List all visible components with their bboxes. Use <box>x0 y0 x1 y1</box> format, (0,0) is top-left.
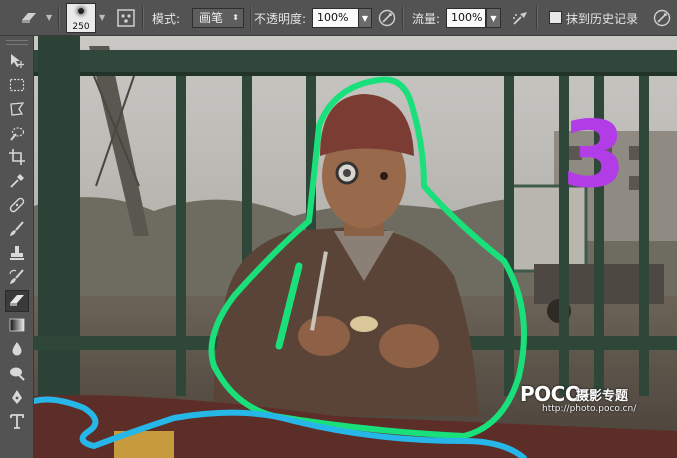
opacity-input[interactable]: 100% <box>312 8 359 28</box>
separator <box>536 6 538 30</box>
tools-panel <box>0 36 34 458</box>
stamp-icon[interactable] <box>5 242 29 264</box>
history-brush-icon[interactable] <box>5 266 29 288</box>
watermark-logo: POCO <box>520 382 582 406</box>
mode-select-chevron-icon: ⬍ <box>232 13 239 22</box>
opacity-label: 不透明度: <box>254 12 307 26</box>
opacity-dropdown-arrow-icon[interactable]: ▼ <box>358 8 372 28</box>
separator <box>142 6 144 30</box>
brush-size-value: 250 <box>72 22 90 32</box>
man-hand-left <box>298 316 350 356</box>
eyedropper-icon[interactable] <box>5 170 29 192</box>
fence-top-rail <box>34 50 677 74</box>
panel-grip[interactable] <box>6 40 28 45</box>
flow-dropdown-arrow-icon[interactable]: ▼ <box>486 8 501 28</box>
watermark-url: http://photo.poco.cn/ <box>542 404 637 414</box>
fence-rail-shadow <box>34 72 677 76</box>
dodge-icon[interactable] <box>5 362 29 384</box>
pressure-size-icon[interactable] <box>651 7 673 29</box>
separator <box>58 6 60 30</box>
held-object <box>350 316 378 332</box>
eraser-tool-icon[interactable] <box>18 7 40 29</box>
flow-label: 流量: <box>412 12 441 26</box>
man-eye <box>380 172 388 180</box>
tool-preset-chevron-icon[interactable]: ▼ <box>46 13 52 22</box>
pen-icon[interactable] <box>5 386 29 408</box>
brush-picker-chevron-icon[interactable]: ▼ <box>99 13 105 22</box>
eraser-icon[interactable] <box>5 290 29 312</box>
eye-loupe-lens <box>343 169 351 177</box>
pressure-opacity-icon[interactable] <box>376 7 398 29</box>
airbrush-icon[interactable] <box>509 7 531 29</box>
type-icon[interactable] <box>5 410 29 432</box>
options-bar: ▼ 250 ▼ 模式: 画笔 ⬍ 不透明度: 100% ▼ 流量: 100% ▼… <box>0 0 677 36</box>
man-hand-right <box>379 324 439 368</box>
healing-icon[interactable] <box>5 194 29 216</box>
watermark: POCO 摄影专题 http://photo.poco.cn/ <box>520 382 645 416</box>
brush-preset-picker[interactable]: 250 <box>66 3 96 33</box>
mode-select-value: 画笔 <box>199 11 224 25</box>
quick-select-icon[interactable] <box>5 122 29 144</box>
mode-label: 模式: <box>152 12 181 26</box>
lasso-icon[interactable] <box>5 98 29 120</box>
move-icon[interactable] <box>5 50 29 72</box>
blur-icon[interactable] <box>5 338 29 360</box>
mode-select[interactable]: 画笔 ⬍ <box>192 8 244 28</box>
crop-icon[interactable] <box>5 146 29 168</box>
erase-to-history-label: 抹到历史记录 <box>566 12 639 26</box>
erase-to-history-checkbox[interactable] <box>549 11 562 24</box>
separator <box>250 6 252 30</box>
marquee-icon[interactable] <box>5 74 29 96</box>
brush-tip-icon <box>78 8 84 14</box>
annotation-number-3: 3 <box>562 101 626 208</box>
brush-icon[interactable] <box>5 218 29 240</box>
brush-panel-toggle-icon[interactable] <box>115 7 137 29</box>
watermark-title: 摄影专题 <box>576 389 629 404</box>
gradient-icon[interactable] <box>5 314 29 336</box>
separator <box>402 6 404 30</box>
flow-input[interactable]: 100% <box>446 8 486 28</box>
